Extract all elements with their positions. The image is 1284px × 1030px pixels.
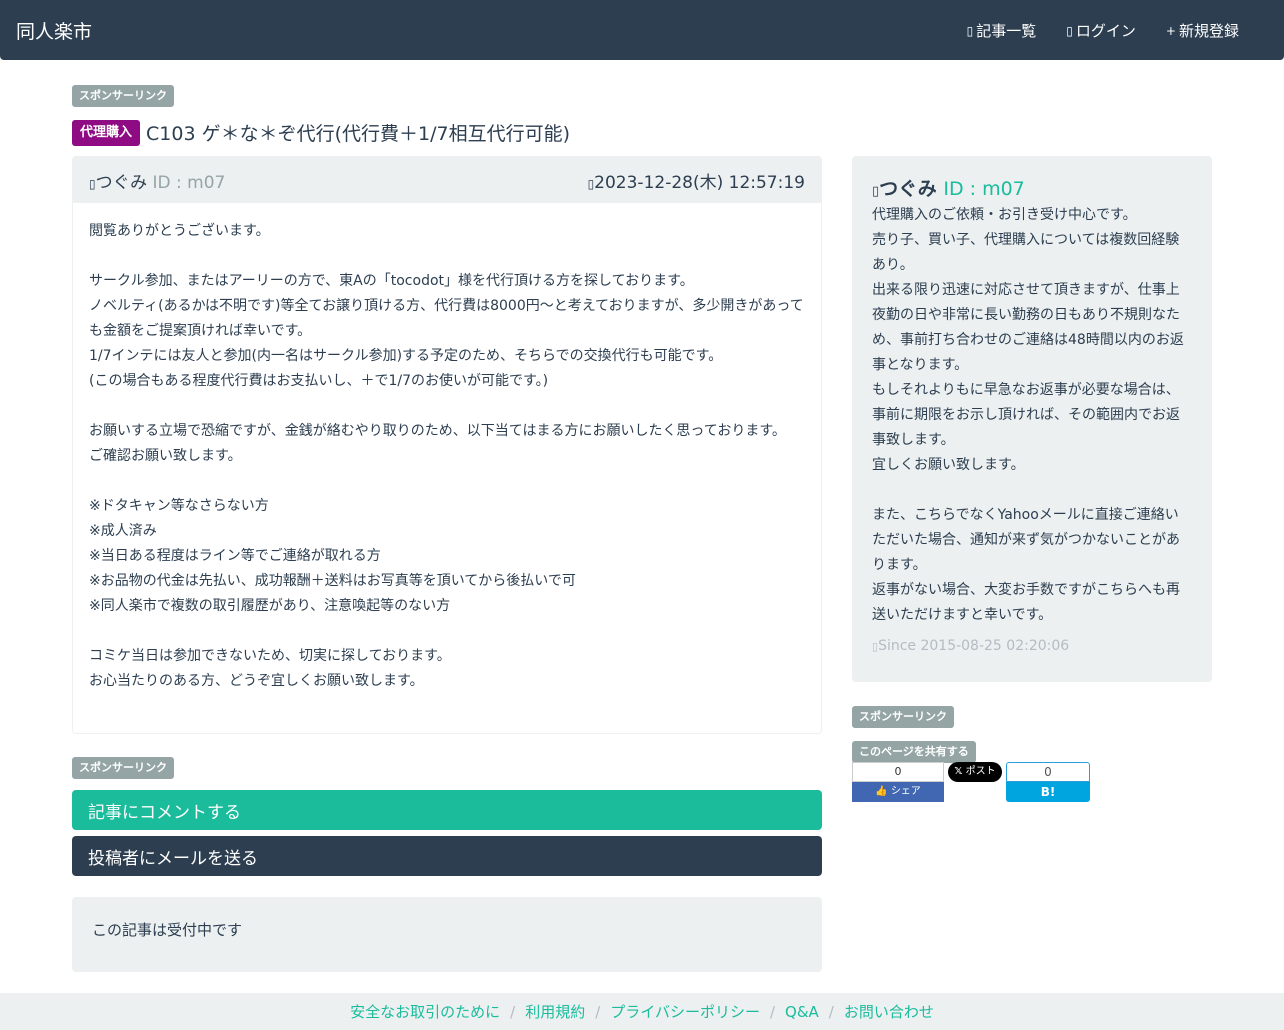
footer-link-contact[interactable]: お問い合わせ [844,1001,934,1022]
article-panel-header: ▯つぐみ ID : m07 ▯2023-12-28(木) 12:57:19 [73,157,821,203]
article-body-line [89,619,805,644]
comment-button[interactable]: 記事にコメントする [72,790,822,830]
article-body-line: お願いする立場で恐縮ですが、金銭が絡むやり取りのため、以下当てはまる方にお願いし… [89,423,786,439]
profile-since-text: Since 2015-08-25 02:20:06 [878,638,1070,654]
article-body-line [89,244,805,269]
footer-separator: / [595,1002,601,1021]
nav-login-label: ログイン [1075,22,1136,40]
article-body-line: 閲覧ありがとうございます。 [89,223,270,239]
article-datetime: 2023-12-28(木) 12:57:19 [594,172,805,193]
profile-bio: 代理購入のご依頼・お引き受け中心です。売り子、買い子、代理購入については複数回経… [872,203,1192,628]
user-icon: ▯ [89,176,96,191]
article-body-line: お心当たりのある方、どうぞ宜しくお願い致します。 [89,673,424,689]
sponsor-label-side: スポンサーリンク [852,706,954,728]
brand-logo-link[interactable]: 同人楽市 [16,17,92,44]
share-buttons: 0 👍 シェア 𝕏 ポスト 0 B! Bookmark [852,762,1112,819]
facebook-share-count: 0 [852,762,944,782]
category-badge: 代理購入 [72,119,141,146]
article-body-line: ※お品物の代金は先払い、成功報酬＋送料はお写真等を頂いてから後払いで可 [89,573,576,589]
facebook-share-label: シェア [890,786,921,797]
thumbs-up-icon: 👍 [875,786,888,797]
login-icon: ▯ [1066,23,1073,38]
top-navbar: 同人楽市 ▯ 記事一覧 ▯ ログイン + 新規登録 [0,0,1284,60]
profile-bio-line: もしそれよりもに早急なお返事が必要な場合は、事前に期限をお示し頂ければ、その範囲… [872,382,1180,448]
plus-icon: + [1165,23,1176,38]
share-label: このページを共有する [852,741,976,763]
file-icon: ▯ [966,23,974,38]
article-author-name[interactable]: つぐみ [96,173,148,193]
article-body-line [89,394,805,419]
hatena-bookmark-button[interactable]: B! Bookmark [1006,782,1090,819]
profile-bio-line: 出来る限り迅速に対応させて頂きますが、仕事上夜勤の日や非常に長い勤務の日もあり不… [872,282,1184,373]
article-body: 閲覧ありがとうございます。サークル参加、またはアーリーの方で、東Aの「tocod… [73,203,821,710]
facebook-share-button[interactable]: 👍 シェア [852,782,944,802]
mail-author-button[interactable]: 投稿者にメールを送る [72,836,822,876]
sponsor-label-mid: スポンサーリンク [72,757,174,779]
footer-separator: / [828,1002,834,1021]
status-well: この記事は受付中です [72,897,822,972]
article-body-line [89,469,805,494]
nav-links: ▯ 記事一覧 ▯ ログイン + 新規登録 [967,20,1239,41]
profile-bio-line: 宜しくお願い致します。 [872,457,1025,473]
profile-heading: ▯つぐみ ID : m07 [872,174,1192,201]
x-post-button[interactable]: 𝕏 ポスト [948,762,1002,782]
hatena-bookmark-widget[interactable]: 0 B! Bookmark [1006,762,1090,819]
profile-panel: ▯つぐみ ID : m07 代理購入のご依頼・お引き受け中心です。売り子、買い子… [852,156,1212,682]
footer-link-privacy[interactable]: プライバシーポリシー [610,1001,760,1022]
hatena-bookmark-count: 0 [1006,762,1090,782]
sponsor-label-top: スポンサーリンク [72,85,174,107]
article-body-line: 1/7インテには友人と参加(内一名はサークル参加)する予定のため、そちらでの交換… [89,348,723,364]
article-panel: ▯つぐみ ID : m07 ▯2023-12-28(木) 12:57:19 閲覧… [72,156,822,734]
footer-links: 安全なお取引のために / 利用規約 / プライバシーポリシー / Q&A / お… [0,993,1284,1030]
footer-link-safety[interactable]: 安全なお取引のために [350,1001,500,1022]
nav-register-link[interactable]: + 新規登録 [1166,20,1239,41]
article-body-line: ※成人済み [89,523,157,539]
status-text: この記事は受付中です [92,921,243,939]
x-post-label: ポスト [965,766,996,777]
nav-login-link[interactable]: ▯ ログイン [1066,20,1136,41]
article-body-line: サークル参加、またはアーリーの方で、東Aの「tocodot」様を代行頂ける方を探… [89,273,694,289]
footer-separator: / [510,1002,516,1021]
profile-bio-line: また、こちらでなくYahooメールに直接ご連絡いただいた場合、通知が来ず気がつか… [872,507,1180,573]
article-date: ▯2023-12-28(木) 12:57:19 [588,168,805,193]
footer-link-faq[interactable]: Q&A [785,1003,819,1021]
article-body-line: ※同人楽市で複数の取引履歴があり、注意喚起等のない方 [89,598,451,614]
facebook-share-widget[interactable]: 0 👍 シェア [852,762,944,802]
article-title: C103 ゲ＊な＊ぞ代行(代行費＋1/7相互代行可能) [146,123,570,145]
profile-bio-line: 代理購入のご依頼・お引き受け中心です。 [872,207,1137,223]
footer-link-terms[interactable]: 利用規約 [525,1001,585,1022]
article-body-line: ノベルティ(あるかは不明です)等全てお譲り頂ける方、代行費は8000円〜と考えて… [89,298,804,339]
article-title-row: 代理購入 C103 ゲ＊な＊ぞ代行(代行費＋1/7相互代行可能) [72,119,570,146]
nav-article-list-link[interactable]: ▯ 記事一覧 [967,20,1037,41]
article-body-line: ※ドタキャン等なさらない方 [89,498,269,514]
nav-register-label: 新規登録 [1178,22,1239,40]
profile-bio-line: 売り子、買い子、代理購入については複数回経験あり。 [872,232,1180,273]
profile-name[interactable]: つぐみ [879,178,937,200]
article-body-line: コミケ当日は参加できないため、切実に探しております。 [89,648,451,664]
article-author: ▯つぐみ ID : m07 [89,168,225,193]
article-author-id: ID : m07 [152,172,226,193]
profile-id: ID : m07 [943,178,1025,200]
profile-bio-line [872,478,1192,503]
article-body-line: ご確認お願い致します。 [89,448,242,464]
profile-bio-line: 返事がない場合、大変お手数ですがこちらへも再送いただけますと幸いです。 [872,582,1180,623]
profile-since: ▯Since 2015-08-25 02:20:06 [872,638,1192,654]
nav-article-list-label: 記事一覧 [976,22,1037,40]
footer-separator: / [769,1002,776,1021]
article-body-line: (この場合もある程度代行費はお支払いし、＋で1/7のお使いが可能です。) [89,373,549,389]
article-body-line: ※当日ある程度はライン等でご連絡が取れる方 [89,548,381,564]
x-logo-icon: 𝕏 [954,766,963,777]
